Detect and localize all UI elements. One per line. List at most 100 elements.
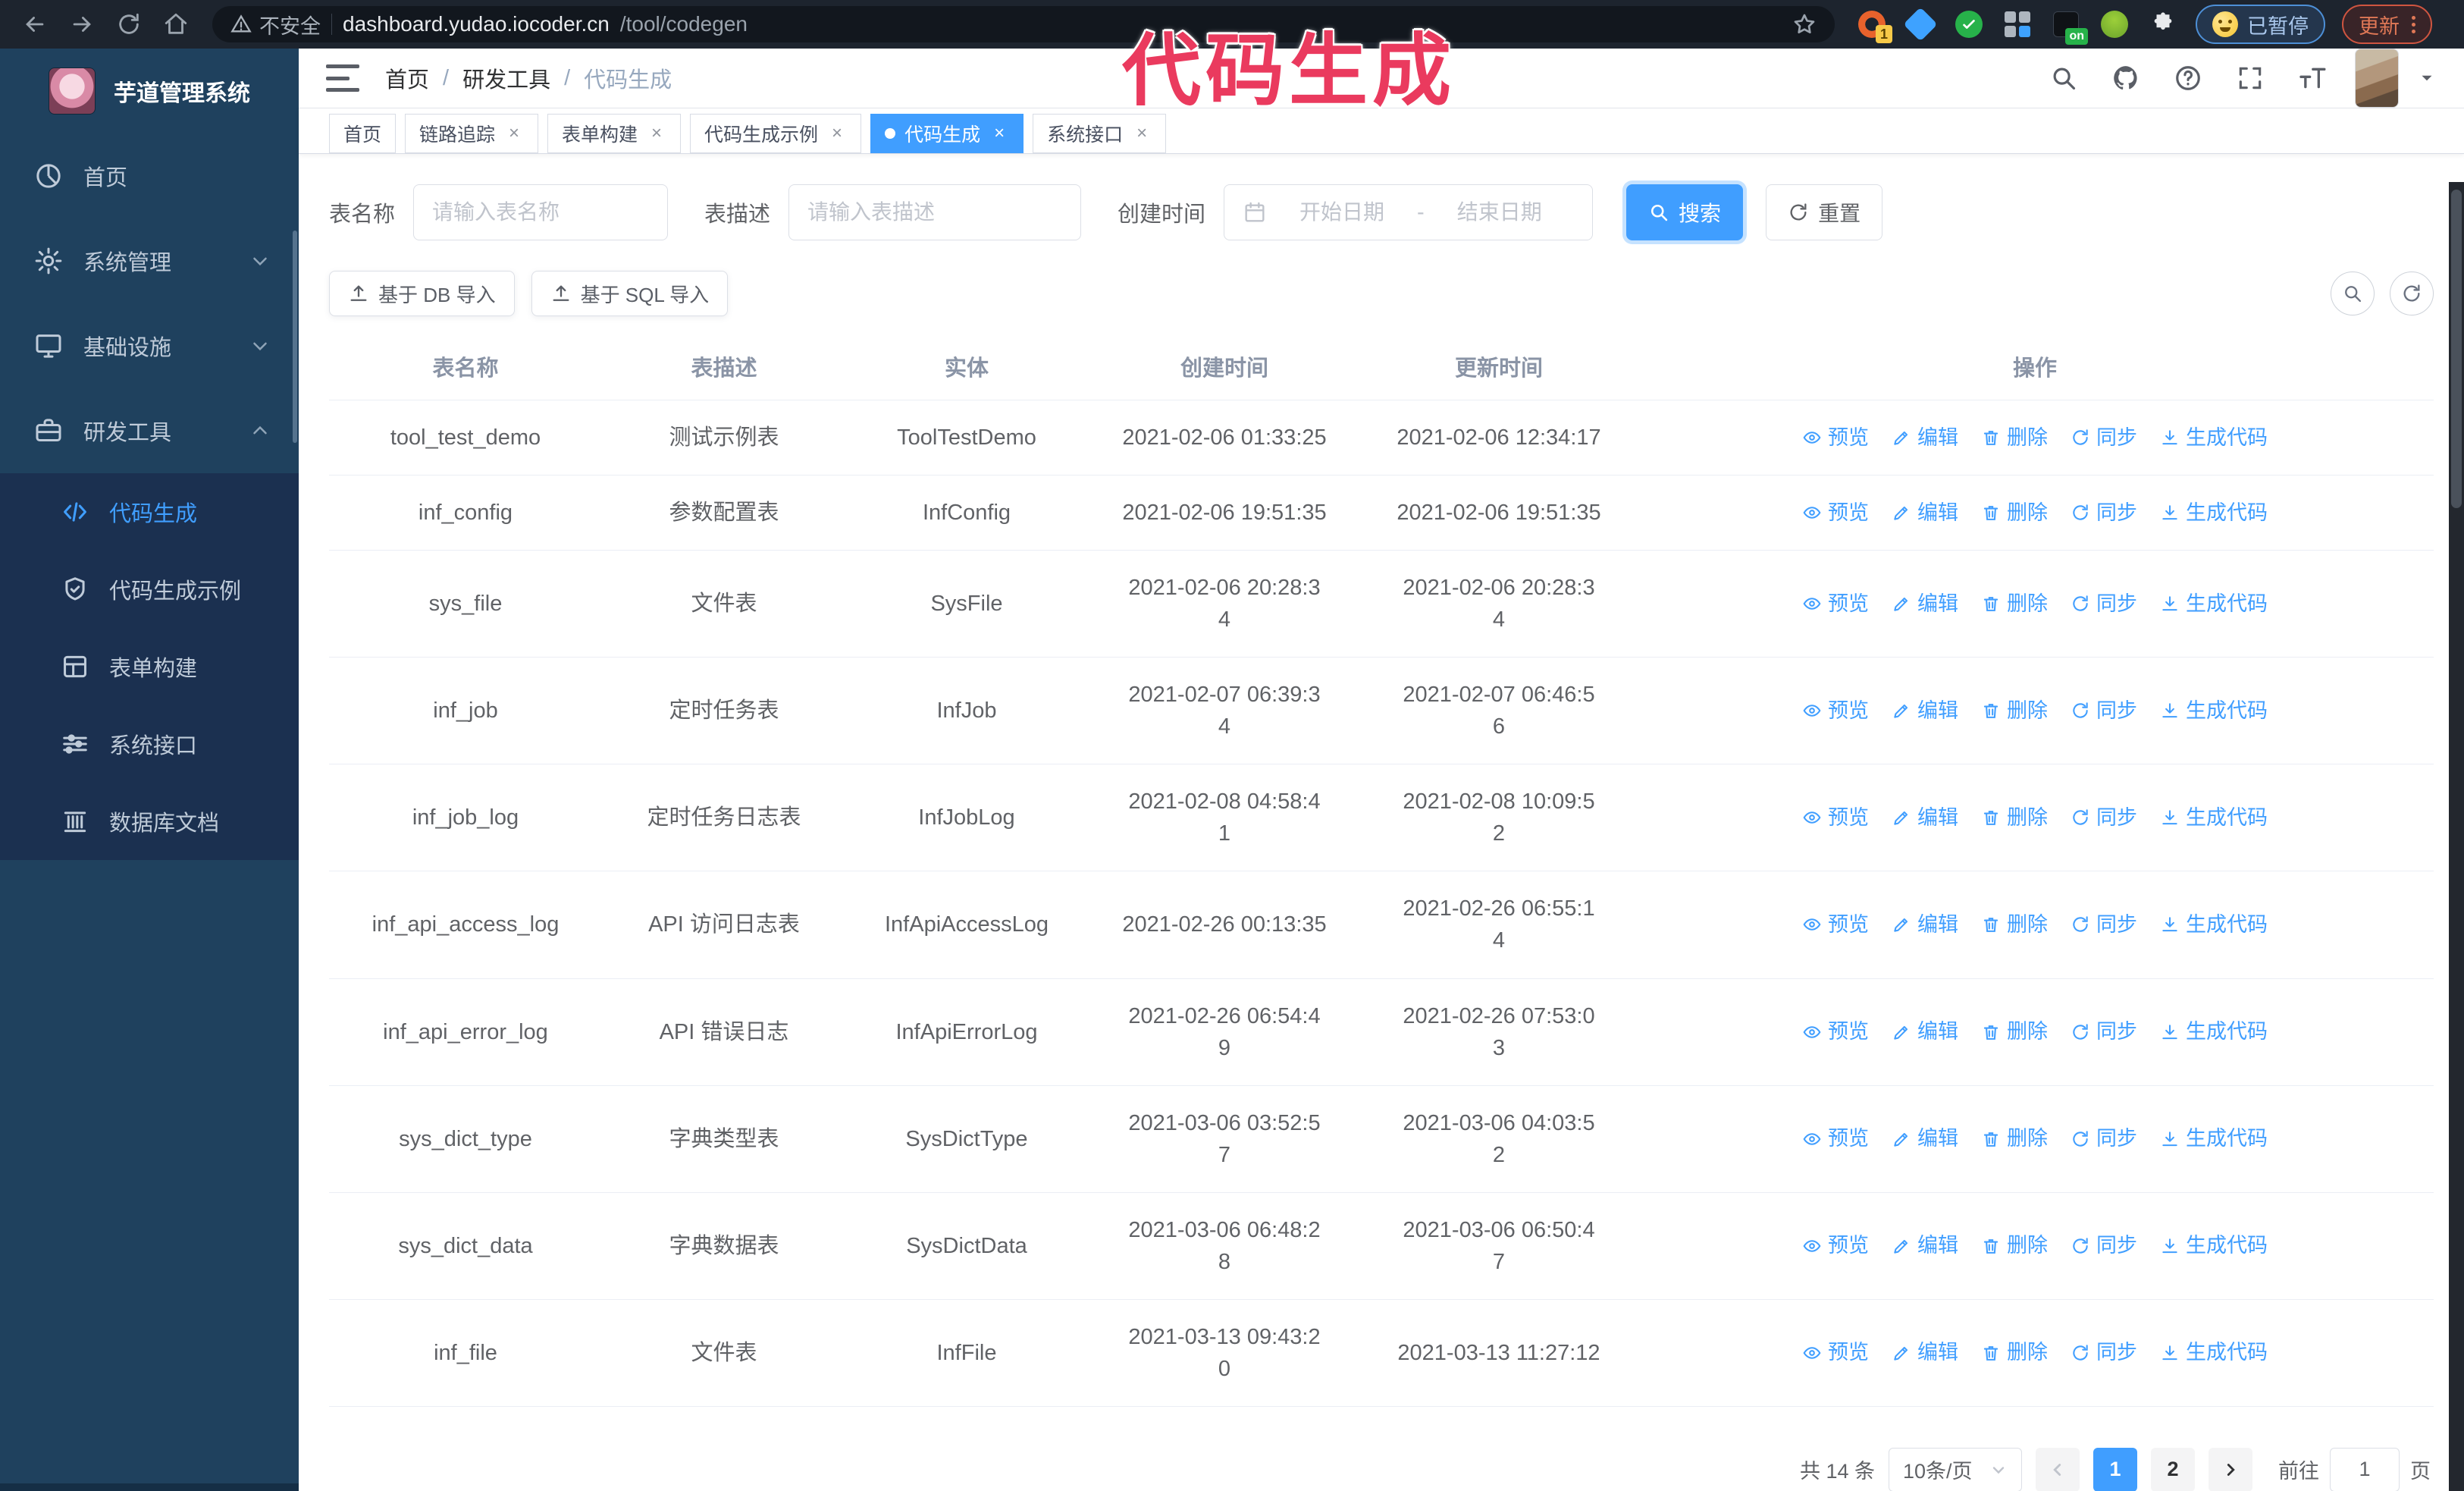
sync-link[interactable]: 同步	[2071, 1338, 2137, 1367]
sidebar-toggle-icon[interactable]	[326, 64, 359, 92]
sidebar-item-devtools[interactable]: 研发工具	[0, 388, 299, 473]
generate-code-link[interactable]: 生成代码	[2160, 1124, 2268, 1154]
preview-link[interactable]: 预览	[1802, 696, 1869, 726]
preview-link[interactable]: 预览	[1802, 1338, 1869, 1367]
breadcrumb-home[interactable]: 首页	[385, 62, 429, 94]
extension-icon-green-check[interactable]	[1953, 8, 1985, 40]
page-size-select[interactable]: 10条/页	[1889, 1447, 2022, 1491]
delete-link[interactable]: 删除	[1981, 1231, 2048, 1260]
sync-link[interactable]: 同步	[2071, 696, 2137, 726]
browser-forward-icon[interactable]	[62, 5, 102, 44]
preview-link[interactable]: 预览	[1802, 423, 1869, 453]
close-icon[interactable]: ×	[1132, 123, 1152, 143]
preview-link[interactable]: 预览	[1802, 1017, 1869, 1047]
profile-paused-badge[interactable]: 已暂停	[2196, 5, 2325, 44]
edit-link[interactable]: 编辑	[1892, 423, 1958, 453]
sidebar-item-infra[interactable]: 基础设施	[0, 303, 299, 388]
close-icon[interactable]: ×	[504, 123, 524, 143]
sidebar-scrollbar-thumb[interactable]	[293, 231, 297, 443]
sync-link[interactable]: 同步	[2071, 1017, 2137, 1047]
edit-link[interactable]: 编辑	[1892, 910, 1958, 940]
page-button-1[interactable]: 1	[2093, 1447, 2137, 1491]
table-desc-input[interactable]	[788, 184, 1082, 240]
generate-code-link[interactable]: 生成代码	[2160, 696, 2268, 726]
page-scrollbar-thumb[interactable]	[2451, 190, 2462, 508]
extension-icon-gem[interactable]	[1903, 7, 1938, 42]
preview-link[interactable]: 预览	[1802, 1231, 1869, 1260]
sidebar-logo-row[interactable]: 芋道管理系统	[0, 49, 299, 133]
sync-link[interactable]: 同步	[2071, 498, 2137, 528]
generate-code-link[interactable]: 生成代码	[2160, 1338, 2268, 1367]
edit-link[interactable]: 编辑	[1892, 803, 1958, 833]
sync-link[interactable]: 同步	[2071, 1231, 2137, 1260]
fullscreen-icon[interactable]	[2230, 58, 2270, 98]
goto-page-input[interactable]	[2330, 1447, 2400, 1491]
tab-codegen[interactable]: 代码生成 ×	[870, 114, 1024, 153]
tab-home[interactable]: 首页	[329, 114, 397, 153]
table-desc-field[interactable]	[807, 200, 1063, 224]
import-sql-button[interactable]: 基于 SQL 导入	[531, 271, 729, 316]
delete-link[interactable]: 删除	[1981, 498, 2048, 528]
edit-link[interactable]: 编辑	[1892, 1017, 1958, 1047]
font-size-icon[interactable]	[2293, 58, 2332, 98]
edit-link[interactable]: 编辑	[1892, 1124, 1958, 1154]
page-scrollbar[interactable]	[2449, 182, 2464, 1491]
submenu-item-codegen-example[interactable]: 代码生成示例	[0, 551, 299, 628]
security-warning[interactable]: 不安全	[230, 10, 321, 39]
delete-link[interactable]: 删除	[1981, 910, 2048, 940]
close-icon[interactable]: ×	[827, 123, 847, 143]
preview-link[interactable]: 预览	[1802, 1124, 1869, 1154]
edit-link[interactable]: 编辑	[1892, 1231, 1958, 1260]
import-db-button[interactable]: 基于 DB 导入	[329, 271, 515, 316]
breadcrumb-devtools[interactable]: 研发工具	[462, 62, 550, 94]
date-start-field[interactable]	[1277, 200, 1407, 224]
extension-icon-grid[interactable]	[2002, 8, 2033, 40]
delete-link[interactable]: 删除	[1981, 696, 2048, 726]
generate-code-link[interactable]: 生成代码	[2160, 1017, 2268, 1047]
user-avatar[interactable]	[2355, 49, 2399, 108]
delete-link[interactable]: 删除	[1981, 423, 2048, 453]
refresh-table-button[interactable]	[2390, 272, 2434, 315]
edit-link[interactable]: 编辑	[1892, 498, 1958, 528]
toggle-search-button[interactable]	[2331, 272, 2375, 315]
close-icon[interactable]: ×	[989, 123, 1009, 143]
reset-button[interactable]: 重置	[1766, 184, 1883, 240]
prev-page-button[interactable]	[2036, 1447, 2080, 1491]
sync-link[interactable]: 同步	[2071, 589, 2137, 619]
sync-link[interactable]: 同步	[2071, 803, 2137, 833]
tab-tracing[interactable]: 链路追踪 ×	[405, 114, 539, 153]
table-name-input[interactable]	[413, 184, 669, 240]
preview-link[interactable]: 预览	[1802, 803, 1869, 833]
search-button[interactable]: 搜索	[1626, 184, 1744, 240]
close-icon[interactable]: ×	[647, 123, 666, 143]
preview-link[interactable]: 预览	[1802, 910, 1869, 940]
sync-link[interactable]: 同步	[2071, 910, 2137, 940]
generate-code-link[interactable]: 生成代码	[2160, 1231, 2268, 1260]
delete-link[interactable]: 删除	[1981, 1338, 2048, 1367]
date-range-picker[interactable]: -	[1224, 184, 1594, 240]
table-name-field[interactable]	[432, 200, 650, 224]
help-icon[interactable]	[2168, 58, 2208, 98]
edit-link[interactable]: 编辑	[1892, 696, 1958, 726]
bookmark-star-icon[interactable]	[1792, 12, 1817, 36]
submenu-item-codegen[interactable]: 代码生成	[0, 473, 299, 551]
submenu-item-system-api[interactable]: 系统接口	[0, 705, 299, 783]
page-button-2[interactable]: 2	[2151, 1447, 2195, 1491]
browser-back-icon[interactable]	[15, 5, 55, 44]
extension-icon-robot[interactable]	[2099, 8, 2130, 40]
edit-link[interactable]: 编辑	[1892, 1338, 1958, 1367]
sidebar-item-home[interactable]: 首页	[0, 133, 299, 218]
browser-home-icon[interactable]	[156, 5, 196, 44]
generate-code-link[interactable]: 生成代码	[2160, 423, 2268, 453]
browser-update-button[interactable]: 更新	[2342, 5, 2432, 44]
generate-code-link[interactable]: 生成代码	[2160, 910, 2268, 940]
submenu-item-form-builder[interactable]: 表单构建	[0, 628, 299, 705]
generate-code-link[interactable]: 生成代码	[2160, 589, 2268, 619]
generate-code-link[interactable]: 生成代码	[2160, 498, 2268, 528]
browser-address-bar[interactable]: 不安全 dashboard.yudao.iocoder.cn/tool/code…	[212, 6, 1835, 42]
github-icon[interactable]	[2106, 58, 2146, 98]
avatar-caret-icon[interactable]	[2417, 68, 2437, 88]
extension-icon-dark[interactable]: on	[2050, 8, 2088, 45]
puzzle-extensions-icon[interactable]	[2147, 8, 2179, 40]
date-end-field[interactable]	[1434, 200, 1564, 224]
